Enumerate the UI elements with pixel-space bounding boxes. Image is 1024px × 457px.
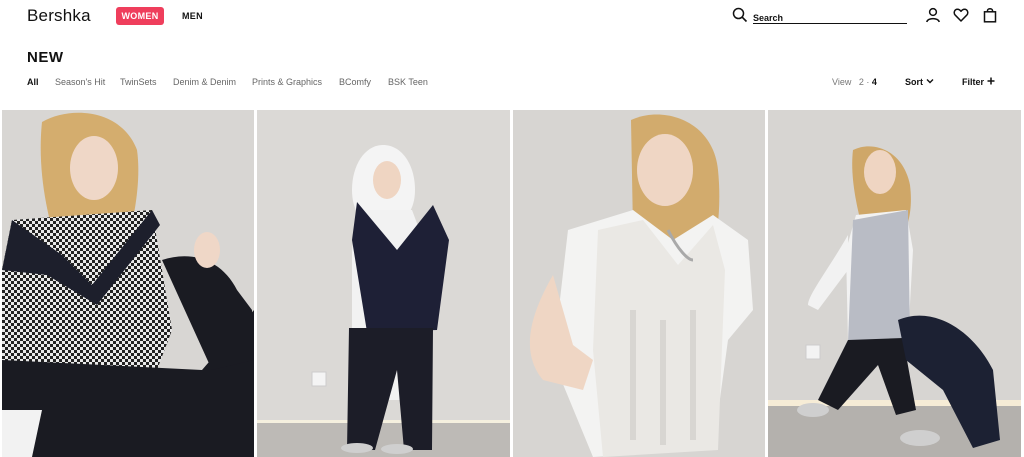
filter-label: Filter [962,77,985,87]
search-field[interactable] [753,8,907,24]
filter-seasons-hit[interactable]: Season's Hit [55,77,105,87]
search-input[interactable] [753,13,903,23]
filter-button[interactable]: Filter [962,77,995,87]
top-header: Bershka WOMEN MEN [0,0,1024,34]
sort-button[interactable]: Sort [905,77,934,87]
view-option-2[interactable]: 2 [859,77,864,87]
product-image[interactable] [2,110,254,457]
product-grid [0,110,1024,457]
plus-icon [987,77,995,87]
view-separator: · [866,77,870,87]
search-icon[interactable] [732,7,748,23]
filter-twinsets[interactable]: TwinSets [120,77,157,87]
product-image[interactable] [768,110,1021,457]
filter-prints-graphics[interactable]: Prints & Graphics [252,77,322,87]
filter-denim[interactable]: Denim & Denim [173,77,236,87]
product-image[interactable] [513,110,765,457]
sort-label: Sort [905,77,923,87]
product-card[interactable] [2,110,254,457]
view-toggle: View 2 · 4 [832,77,877,87]
view-option-4[interactable]: 4 [872,77,877,87]
view-label: View [832,77,852,87]
tab-men[interactable]: MEN [182,7,203,25]
bag-icon[interactable] [982,7,998,23]
search-bar[interactable] [732,7,908,25]
product-card[interactable] [768,110,1021,457]
filter-all[interactable]: All [27,77,39,87]
page-title: NEW [27,49,64,66]
filter-bsk-teen[interactable]: BSK Teen [388,77,428,87]
product-image[interactable] [257,110,510,457]
product-card[interactable] [257,110,510,457]
heart-icon[interactable] [953,7,969,23]
filter-bcomfy[interactable]: BComfy [339,77,371,87]
brand-logo[interactable]: Bershka [27,6,91,26]
user-icon[interactable] [925,7,941,23]
tab-women[interactable]: WOMEN [116,7,164,25]
chevron-down-icon [926,77,934,87]
product-card[interactable] [513,110,765,457]
